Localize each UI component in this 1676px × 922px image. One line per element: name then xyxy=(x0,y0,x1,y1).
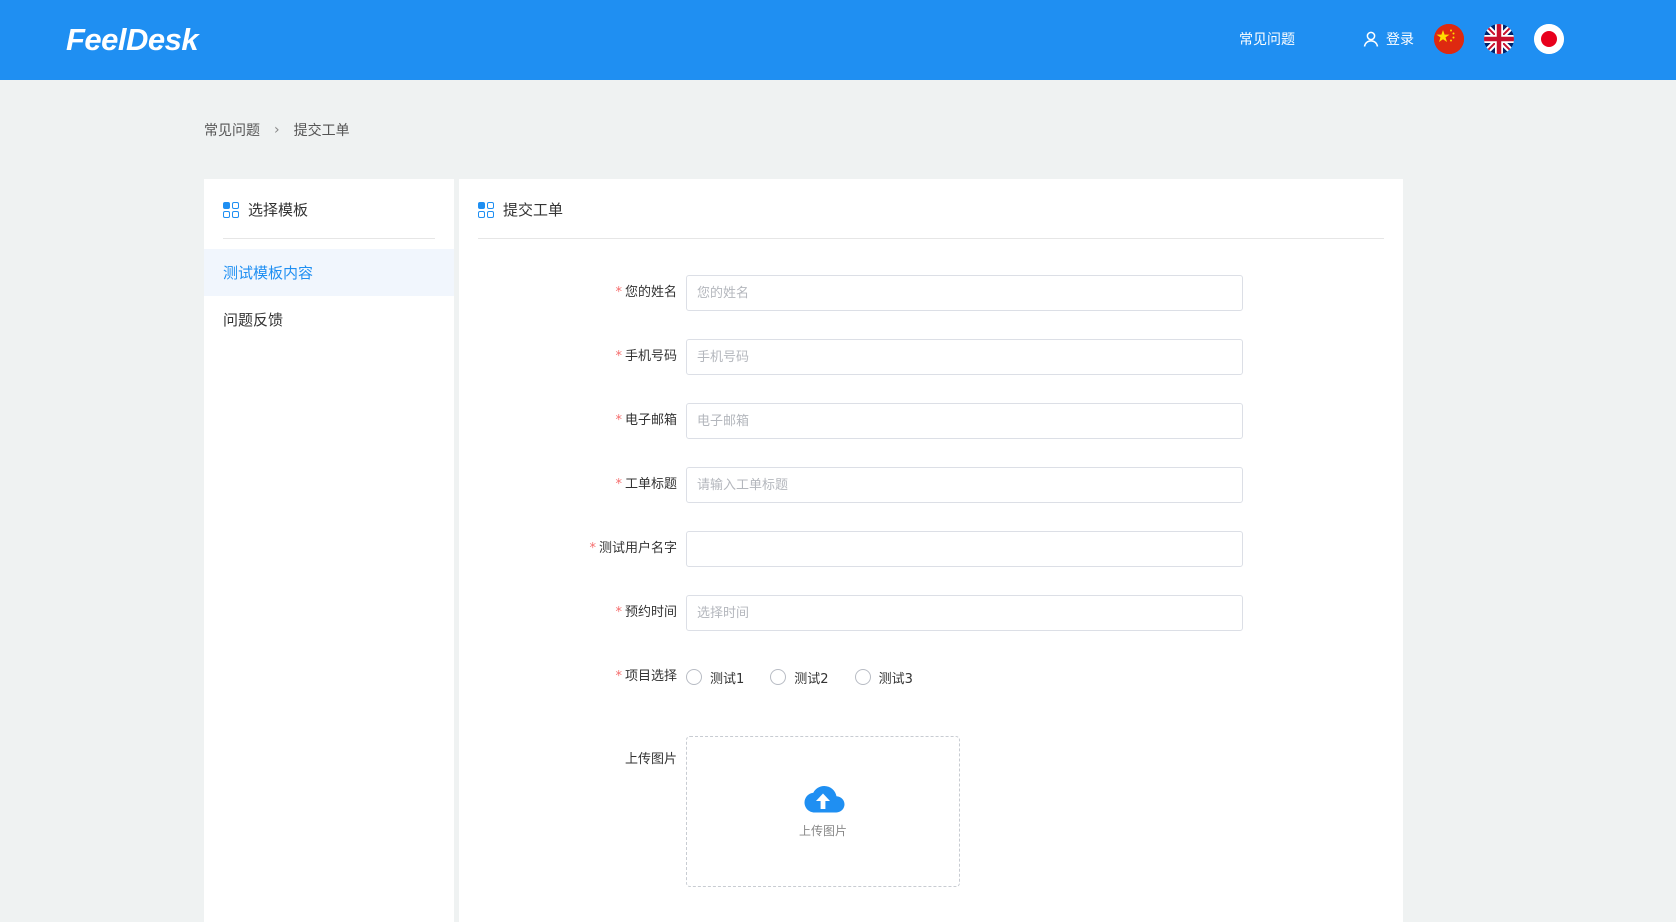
radio-circle[interactable] xyxy=(770,669,787,685)
upload-image-dropzone[interactable]: 上传图片 xyxy=(686,736,960,887)
login-label: 登录 xyxy=(1386,32,1414,48)
test-username-label: * 测试用户名字 xyxy=(589,541,677,556)
phone-input[interactable] xyxy=(686,339,1243,375)
uk-flag-icon[interactable] xyxy=(1484,24,1514,54)
email-input[interactable] xyxy=(686,403,1243,439)
email-label: * 电子邮箱 xyxy=(615,413,677,428)
radio-label: 测试2 xyxy=(794,671,829,687)
name-label: * 您的姓名 xyxy=(615,285,677,300)
nav-faq-link[interactable]: 常见问题 xyxy=(1239,29,1295,49)
submit-ticket-header: 提交工单 xyxy=(478,199,563,220)
radio-circle[interactable] xyxy=(686,669,702,685)
appointment-time-input[interactable] xyxy=(686,595,1243,631)
radio-circle[interactable] xyxy=(854,669,871,685)
radio-label: 测试1 xyxy=(710,671,745,687)
test-username-row: * 测试用户名字 xyxy=(459,531,1403,567)
feeldesk-logo[interactable]: FeelDesk xyxy=(66,22,199,58)
radio-label: 测试3 xyxy=(878,671,913,687)
grid-icon xyxy=(223,201,239,218)
grid-icon xyxy=(478,201,494,218)
project-radio-3[interactable]: 测试3 xyxy=(854,668,913,687)
email-row: * 电子邮箱 xyxy=(459,403,1403,439)
project-radio-group: 测试1 测试2 测试3 xyxy=(686,659,939,695)
top-header: FeelDesk 常见问题 登录 xyxy=(0,0,1676,80)
project-select-label: * 项目选择 xyxy=(615,669,677,684)
template-item-label: 问题反馈 xyxy=(223,311,284,329)
chevron-right-icon: › xyxy=(274,122,280,138)
upload-button-text: 上传图片 xyxy=(798,824,847,838)
breadcrumb-current: 提交工单 xyxy=(293,123,350,139)
user-icon xyxy=(1363,31,1379,47)
divider xyxy=(223,238,435,239)
appointment-time-row: * 预约时间 xyxy=(459,595,1403,631)
template-panel-title: 选择模板 xyxy=(248,201,309,219)
template-item-feedback[interactable]: 问题反馈 xyxy=(204,296,454,343)
project-radio-1[interactable]: 测试1 xyxy=(686,668,744,687)
name-input[interactable] xyxy=(686,275,1243,311)
ticket-title-label: * 工单标题 xyxy=(615,477,677,492)
template-item-label: 测试模板内容 xyxy=(223,264,314,282)
divider xyxy=(478,238,1384,239)
japan-flag-icon[interactable] xyxy=(1534,24,1564,54)
template-item-test[interactable]: 测试模板内容 xyxy=(204,249,454,296)
login-button[interactable]: 登录 xyxy=(1362,29,1414,49)
appointment-time-label: * 预约时间 xyxy=(615,605,677,620)
project-radio-2[interactable]: 测试2 xyxy=(770,668,829,687)
ticket-title-row: * 工单标题 xyxy=(459,467,1403,503)
ticket-title-input[interactable] xyxy=(686,467,1243,503)
cloud-upload-icon xyxy=(804,786,845,813)
phone-row: * 手机号码 xyxy=(459,339,1403,375)
submit-ticket-panel: 提交工单 *您的姓名 *手机号码 *电子邮箱 *工单标题 *测试用户名字 *预约… xyxy=(459,179,1403,922)
test-username-input[interactable] xyxy=(686,531,1243,567)
china-flag-icon[interactable] xyxy=(1434,24,1464,54)
template-panel: 选择模板 测试模板内容 问题反馈 xyxy=(204,179,454,922)
upload-label: 上传图片 xyxy=(624,752,677,767)
project-select-row: * 项目选择 测试1 测试2 测试3 xyxy=(459,659,1403,695)
name-row: * 您的姓名 xyxy=(459,275,1403,311)
breadcrumb: 常见问题 › 提交工单 xyxy=(204,120,350,140)
submit-ticket-title: 提交工单 xyxy=(503,201,564,219)
breadcrumb-faq[interactable]: 常见问题 xyxy=(204,120,260,140)
template-panel-header: 选择模板 xyxy=(223,199,308,220)
phone-label: * 手机号码 xyxy=(615,349,677,364)
